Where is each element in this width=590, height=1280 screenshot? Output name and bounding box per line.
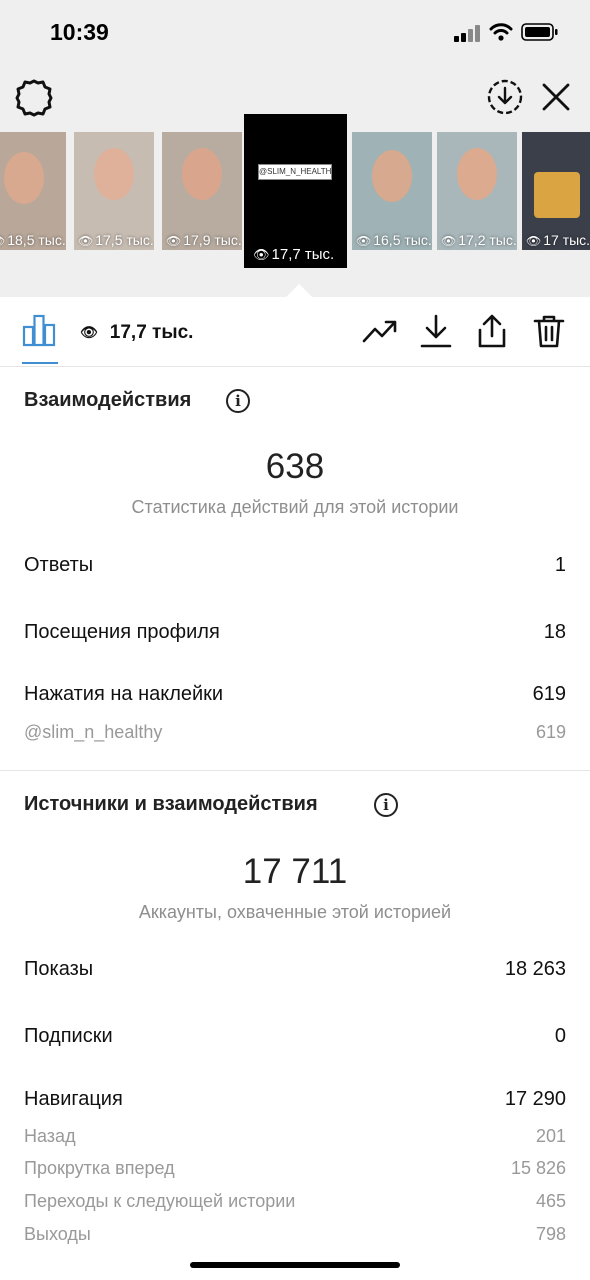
story-thumbnail[interactable]: 👁 17,9 тыс. — [162, 132, 242, 250]
info-icon[interactable]: i — [374, 793, 398, 817]
row-replies-label: Ответы — [24, 554, 94, 576]
sticker-mention-label[interactable]: @slim_n_healthy — [24, 722, 162, 743]
eye-icon: 👁 — [166, 234, 182, 248]
share-icon[interactable] — [474, 313, 510, 349]
nav-back-label: Назад — [24, 1126, 76, 1146]
thumbnail-views: 👁18,5 тыс. — [0, 232, 66, 248]
home-indicator[interactable] — [190, 1262, 400, 1268]
story-header: 10:39 👁18,5 тыс. 👁17,5 — [0, 0, 590, 297]
info-icon[interactable]: i — [226, 389, 250, 413]
nav-next-story-value: 465 — [535, 1191, 566, 1211]
nav-forward-label: Прокрутка вперед — [24, 1158, 175, 1178]
thumbnail-views: 👁 16,5 тыс. — [356, 232, 432, 248]
thumbnail-views: 👁 17,2 тыс. — [441, 232, 517, 248]
row-navigation-value: 17 290 — [504, 1088, 566, 1110]
row-impressions-label: Показы — [24, 958, 94, 980]
wifi-icon — [489, 23, 513, 41]
active-pointer — [286, 284, 312, 297]
eye-icon: 👁 — [526, 234, 542, 248]
thumbnail-views: 👁 17,5 тыс. — [78, 232, 154, 248]
row-impressions-value: 18 263 — [504, 958, 566, 980]
settings-icon[interactable] — [14, 78, 54, 118]
story-thumbnail[interactable]: 👁18,5 тыс. — [0, 132, 66, 250]
row-profile-visits-label: Посещения профиля — [24, 621, 220, 643]
row-replies-value: 1 — [554, 554, 566, 576]
signal-icon — [454, 24, 482, 42]
eye-icon: 👁 — [441, 234, 457, 248]
thumbnail-views: 👁 17,7 тыс. — [253, 246, 335, 263]
interactions-title: Взаимодействия — [24, 389, 192, 411]
status-bar: 10:39 — [0, 0, 590, 66]
story-thumbnail[interactable]: 👁 17 тыс. — [522, 132, 590, 250]
tab-underline — [22, 362, 58, 364]
eye-icon: 👁 — [0, 234, 5, 248]
row-sticker-taps-value: 619 — [532, 683, 566, 705]
eye-icon: 👁 — [78, 234, 94, 248]
eye-icon: 👁 — [80, 324, 98, 340]
row-profile-visits-value: 18 — [543, 621, 566, 643]
story-thumbnail[interactable]: 👁 17,2 тыс. — [437, 132, 517, 250]
view-count: 👁 17,7 тыс. — [80, 322, 194, 343]
battery-icon — [521, 23, 558, 41]
download-circle-icon[interactable] — [486, 78, 524, 116]
status-time: 10:39 — [50, 19, 109, 45]
row-navigation-label: Навигация — [24, 1088, 123, 1110]
eye-icon: 👁 — [253, 247, 270, 262]
nav-forward-value: 15 826 — [510, 1158, 566, 1178]
story-thumbnail[interactable]: 👁 17,5 тыс. — [74, 132, 154, 250]
interactions-total: 638 — [265, 447, 325, 486]
discovery-total: 17 711 — [242, 852, 348, 891]
bar-chart-icon[interactable] — [22, 313, 56, 347]
row-follows-value: 0 — [554, 1025, 566, 1047]
nav-back-value: 201 — [535, 1126, 566, 1146]
thumbnail-views: 👁 17,9 тыс. — [166, 232, 242, 248]
row-sticker-taps-label: Нажатия на наклейки — [24, 683, 224, 705]
trash-icon[interactable] — [531, 313, 567, 349]
row-follows-label: Подписки — [24, 1025, 113, 1047]
download-icon[interactable] — [418, 313, 454, 349]
discovery-caption: Аккаунты, охваченные этой историей — [138, 902, 452, 922]
section-divider — [0, 770, 590, 771]
story-thumbnail-active[interactable]: @SLIM_N_HEALTHY 👁 17,7 тыс. — [244, 114, 347, 268]
eye-icon: 👁 — [356, 234, 372, 248]
interactions-caption: Статистика действий для этой истории — [131, 497, 459, 517]
close-icon[interactable] — [540, 80, 572, 114]
nav-exits-label: Выходы — [24, 1224, 91, 1244]
trending-icon[interactable] — [362, 313, 398, 349]
nav-exits-value: 798 — [535, 1224, 566, 1244]
sticker-mention-value: 619 — [535, 722, 566, 742]
discovery-title: Источники и взаимодействия — [24, 793, 318, 815]
thumbnail-views: 👁 17 тыс. — [526, 232, 590, 248]
nav-next-story-label: Переходы к следующей истории — [24, 1191, 296, 1211]
mention-sticker: @SLIM_N_HEALTHY — [258, 164, 332, 180]
story-thumbnail[interactable]: 👁 16,5 тыс. — [352, 132, 432, 250]
